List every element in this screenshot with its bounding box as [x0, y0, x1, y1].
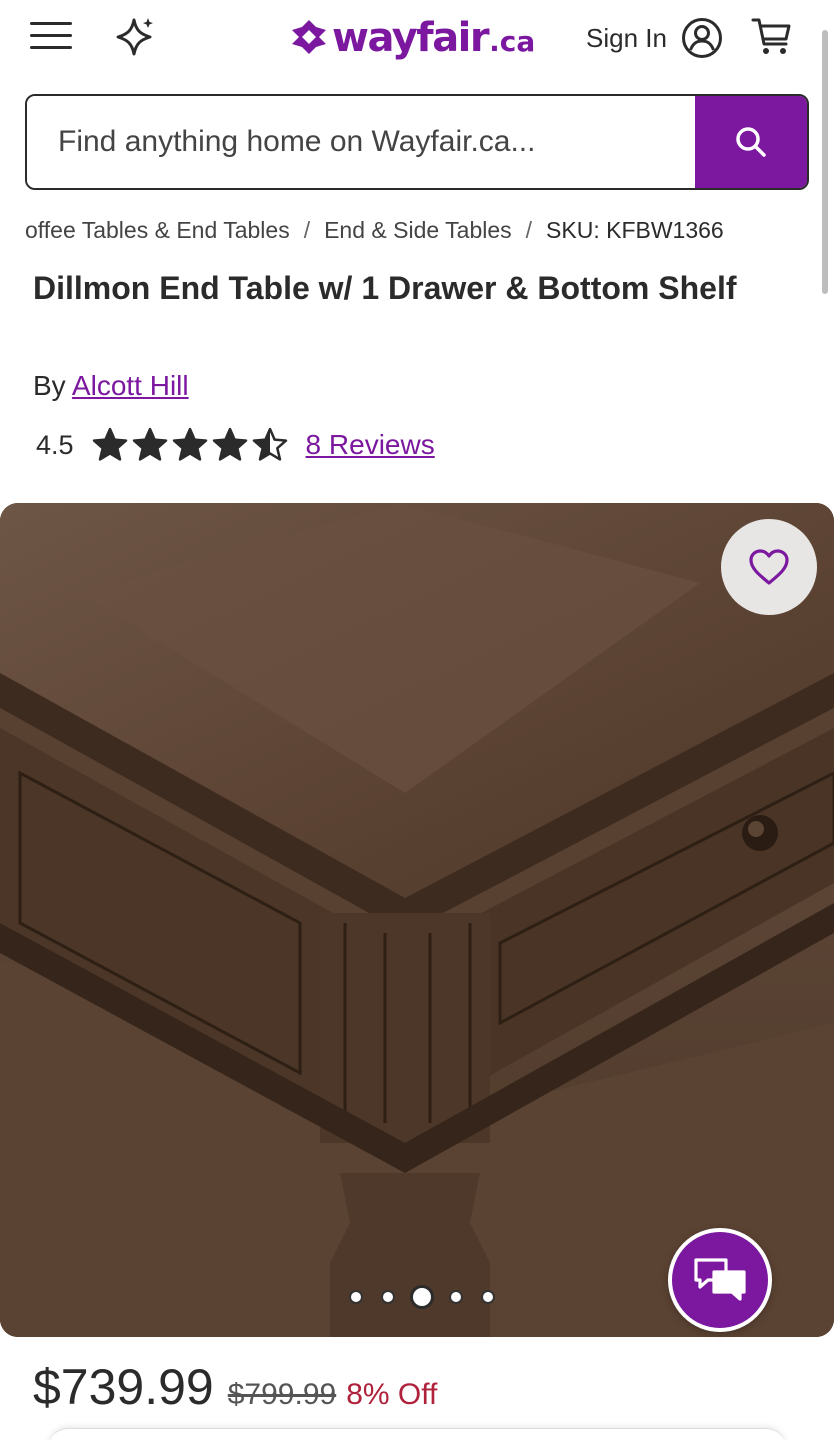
sign-in-button[interactable]: Sign In [586, 14, 723, 62]
search-icon [736, 127, 766, 157]
favorite-button[interactable] [721, 519, 817, 615]
cart-icon[interactable] [750, 14, 794, 58]
bottom-sheet[interactable] [48, 1428, 786, 1440]
discount-label: 8% Off [346, 1378, 438, 1411]
chat-bubbles-icon [694, 1258, 746, 1301]
gallery-pagination [340, 1283, 504, 1311]
original-price: $799.99 [227, 1378, 337, 1411]
star-full-icon [172, 427, 207, 461]
gallery-dot[interactable] [481, 1290, 495, 1304]
chat-button[interactable] [668, 1228, 772, 1332]
logo-text: wayfair [332, 15, 490, 61]
rating-value: 4.5 [36, 429, 74, 460]
search-bar [25, 94, 809, 190]
breadcrumb-item-end-side-tables[interactable]: End & Side Tables [324, 217, 512, 244]
hamburger-menu-icon[interactable] [30, 22, 72, 52]
breadcrumb-separator: / [303, 216, 311, 243]
rating-row: 4.5 8 Reviews [36, 424, 435, 466]
wayfair-logo[interactable]: wayfair .ca [290, 12, 535, 64]
search-input[interactable] [27, 96, 695, 188]
breadcrumb-item-coffee-tables[interactable]: offee Tables & End Tables [25, 217, 290, 244]
breadcrumb: offee Tables & End Tables / End & Side T… [0, 210, 820, 250]
gallery-dot[interactable] [410, 1285, 434, 1309]
gallery-dot[interactable] [349, 1290, 363, 1304]
brand-link[interactable]: Alcott Hill [72, 370, 189, 401]
sku-label: SKU: KFBW1366 [546, 216, 724, 243]
current-price: $739.99 [33, 1359, 214, 1415]
star-full-icon [92, 427, 127, 461]
brand-byline: By Alcott Hill [33, 366, 189, 406]
sign-in-label: Sign In [586, 22, 667, 53]
by-prefix: By [33, 370, 66, 401]
breadcrumb-separator: / [525, 216, 533, 243]
star-rating [92, 427, 292, 463]
heart-icon [749, 549, 789, 585]
star-half-icon [252, 427, 287, 461]
search-button[interactable] [695, 96, 807, 188]
star-full-icon [132, 427, 167, 461]
gallery-dot[interactable] [449, 1290, 463, 1304]
price-row: $739.99 $799.99 8% Off [33, 1358, 437, 1422]
product-image-gallery[interactable] [0, 503, 834, 1337]
account-icon [681, 18, 722, 58]
logo-suffix: .ca [489, 25, 536, 58]
product-title: Dillmon End Table w/ 1 Drawer & Bottom S… [33, 270, 737, 306]
product-photo [0, 503, 834, 1337]
scrollbar[interactable] [822, 30, 828, 294]
wayfair-logo-mark-icon [292, 20, 326, 54]
top-header: wayfair .ca Sign In [0, 0, 834, 78]
reviews-link[interactable]: 8 Reviews [306, 429, 435, 461]
sparkle-icon[interactable] [114, 16, 156, 58]
gallery-dot[interactable] [381, 1290, 395, 1304]
star-full-icon [212, 427, 247, 461]
